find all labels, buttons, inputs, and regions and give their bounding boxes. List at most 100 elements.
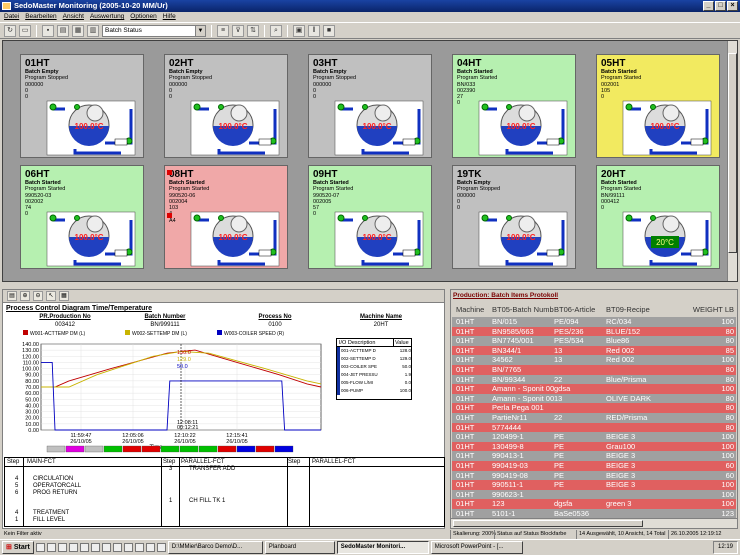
close-button[interactable]: ×	[727, 1, 738, 11]
pause-icon[interactable]: ‖	[308, 24, 320, 37]
quicklaunch-icon[interactable]	[90, 543, 100, 552]
grid-icon[interactable]: ▥	[87, 24, 99, 37]
tank-card[interactable]: 05HT Batch Started Program Started 002001 10…	[596, 54, 720, 158]
legend-swatch	[217, 330, 222, 335]
quicklaunch-icon[interactable]	[101, 543, 111, 552]
table-cell: 01HT	[456, 441, 475, 451]
minimize-button[interactable]: _	[703, 1, 714, 11]
quicklaunch-icon[interactable]	[79, 543, 89, 552]
refresh-icon[interactable]: ↻	[4, 24, 16, 37]
save-icon[interactable]: ▪	[42, 24, 54, 37]
print-icon[interactable]: ▤	[57, 24, 69, 37]
table-cell: PE	[554, 460, 565, 470]
tank-card[interactable]: 03HT Batch Empty Program Stopped 000000 0 0 10…	[308, 54, 432, 158]
quicklaunch-icon[interactable]	[145, 543, 155, 552]
table-row[interactable]: 01HT BN/015 PE/094 RC/034 100	[452, 317, 736, 327]
task-powerpoint[interactable]: Microsoft PowerPoint - [...	[430, 541, 523, 554]
steps-column-divider	[287, 458, 288, 526]
layout-icon[interactable]: ▦	[72, 24, 84, 37]
tank-card[interactable]: 02HT Batch Empty Program Stopped 000000 0 0 10…	[164, 54, 288, 158]
table-row[interactable]: 01HT 120499-1 PE BEIGE 3 100	[452, 432, 736, 442]
table-row[interactable]: 01HT BN/7765 80	[452, 364, 736, 375]
task-explorer[interactable]: D:\MMier\Barco Demo\D...	[167, 541, 263, 554]
tank-card[interactable]: 19TK Batch Empty Program Stopped 000000 0 0 10…	[452, 165, 576, 269]
table-cell: Blue86	[606, 336, 630, 346]
tile-icon[interactable]: ▣	[293, 24, 305, 37]
quicklaunch-icon[interactable]	[134, 543, 144, 552]
quicklaunch-icon[interactable]	[123, 543, 133, 552]
protocol-column-header[interactable]: Machine	[452, 303, 492, 317]
table-row[interactable]: 01HT BN344/1 13 Red 002 85	[452, 345, 736, 356]
quicklaunch-icon[interactable]	[68, 543, 78, 552]
table-row[interactable]: 01HT 990511-1 PE BEIGE 3 100	[452, 480, 736, 490]
quicklaunch-icon[interactable]	[156, 543, 166, 552]
tank-card[interactable]: 01HT Batch Empty Program Stopped 000000 0 0 10…	[20, 54, 144, 158]
steps-column-header: Step	[7, 459, 20, 465]
table-row[interactable]: 01HT Amann - Sponit 001 gdsa 100	[452, 384, 736, 394]
protocol-column-header[interactable]: BT06-Article	[554, 303, 606, 317]
table-row[interactable]: 01HT 990419-08 PE BEIGE 3 60	[452, 470, 736, 481]
start-button[interactable]: ⊞ Start	[2, 541, 34, 554]
table-row[interactable]: 01HT 990623-1 100	[452, 489, 736, 500]
table-cell: BEIGE 3	[606, 470, 636, 480]
table-row[interactable]: 01HT 123 dgsfa green 3 100	[452, 499, 736, 509]
menu-auswertung[interactable]: Auswertung	[90, 12, 124, 22]
protocol-column-header[interactable]: BT05-Batch Number	[492, 303, 554, 317]
print-icon[interactable]: ▤	[7, 291, 17, 301]
table-row[interactable]: 01HT 5774444 80	[452, 422, 736, 433]
menu-optionen[interactable]: Optionen	[130, 12, 156, 22]
reel-wheel	[662, 215, 680, 233]
menu-bearbeiten[interactable]: Bearbeiten	[25, 12, 56, 22]
stop-icon[interactable]: ■	[323, 24, 335, 37]
step-segment	[217, 445, 237, 453]
horizontal-scrollbar[interactable]	[451, 518, 737, 528]
zoom-out-icon[interactable]: ⊖	[33, 291, 43, 301]
quicklaunch-icon[interactable]	[57, 543, 67, 552]
chevron-down-icon[interactable]: ▼	[195, 25, 205, 36]
tank-card[interactable]: 09HT Batch Started Program Started 990520-0…	[308, 165, 432, 269]
table-row[interactable]: 01HT 990419-03 PE BEIGE 3 60	[452, 460, 736, 471]
menu-hilfe[interactable]: Hilfe	[163, 12, 176, 22]
open-icon[interactable]: ▭	[19, 24, 31, 37]
sort-icon[interactable]: ⇅	[247, 24, 259, 37]
table-row[interactable]: 01HT BN9585/663 PES/236 BLUE/152 80	[452, 326, 736, 337]
table-row[interactable]: 01HT Amann - Sponit 003 13 OLIVE DARK 80	[452, 393, 736, 404]
cursor-icon[interactable]: ↖	[46, 291, 56, 301]
task-sedomaster[interactable]: SedoMaster Monitori...	[336, 541, 429, 554]
tank-card[interactable]: 20HT Batch Started Program Started BN/99111…	[596, 165, 720, 269]
table-row[interactable]: 01HT 34562 13 Red 002 100	[452, 355, 736, 365]
table-cell: 13	[554, 355, 563, 365]
maximize-button[interactable]: □	[715, 1, 726, 11]
table-row[interactable]: 01HT 5101-1 BaSe0536 123	[452, 508, 736, 518]
table-row[interactable]: 01HT 130499-8 PE Grau100 100	[452, 441, 736, 452]
scrollbar-thumb[interactable]	[453, 520, 643, 527]
view-select[interactable]: Batch Status ▼	[102, 24, 206, 37]
zoom-icon[interactable]: ⌕	[270, 24, 282, 37]
table-row[interactable]: 01HT BN/99344 22 Blue/Prisma 80	[452, 374, 736, 385]
table-row[interactable]: 01HT Perla Pega 001 80	[452, 403, 736, 413]
tank-card[interactable]: 04HT Batch Started Program Started BN/033 00…	[452, 54, 576, 158]
table-cell: 01HT	[456, 499, 475, 509]
table-row[interactable]: 01HT PartieNr11 22 RED/Prisma 80	[452, 412, 736, 423]
protocol-column-header[interactable]: WEIGHT LB	[664, 303, 736, 317]
tank-card[interactable]: 08HT Batch Started Program Started 990520-0…	[164, 165, 288, 269]
menu-ansicht[interactable]: Ansicht	[63, 12, 84, 22]
tank-card[interactable]: 06HT Batch Started Program Started 990520-0…	[20, 165, 144, 269]
task-planboard[interactable]: Planboard	[264, 541, 335, 554]
quicklaunch-icon[interactable]	[35, 543, 45, 552]
quicklaunch-icon[interactable]	[46, 543, 56, 552]
table-cell	[554, 403, 606, 413]
tank-graphic: 100.0°C	[334, 211, 424, 267]
menu-datei[interactable]: Datei	[4, 12, 19, 22]
scrollbar-thumb[interactable]	[728, 53, 737, 253]
quicklaunch-icon[interactable]	[112, 543, 122, 552]
table-row[interactable]: 01HT BN7745/001 PES/534 Blue86 80	[452, 336, 736, 346]
vertical-scrollbar[interactable]	[727, 41, 737, 281]
table-icon[interactable]: ▦	[59, 291, 69, 301]
notes-icon[interactable]: ≡	[217, 24, 229, 37]
protocol-table[interactable]: Machine BT05-Batch Number BT06-Article BT09…	[452, 303, 736, 518]
filter-icon[interactable]: ⊽	[232, 24, 244, 37]
zoom-in-icon[interactable]: ⊕	[20, 291, 30, 301]
protocol-column-header[interactable]: BT09-Recipe	[606, 303, 664, 317]
table-row[interactable]: 01HT 990413-1 PE BEIGE 3 100	[452, 451, 736, 461]
